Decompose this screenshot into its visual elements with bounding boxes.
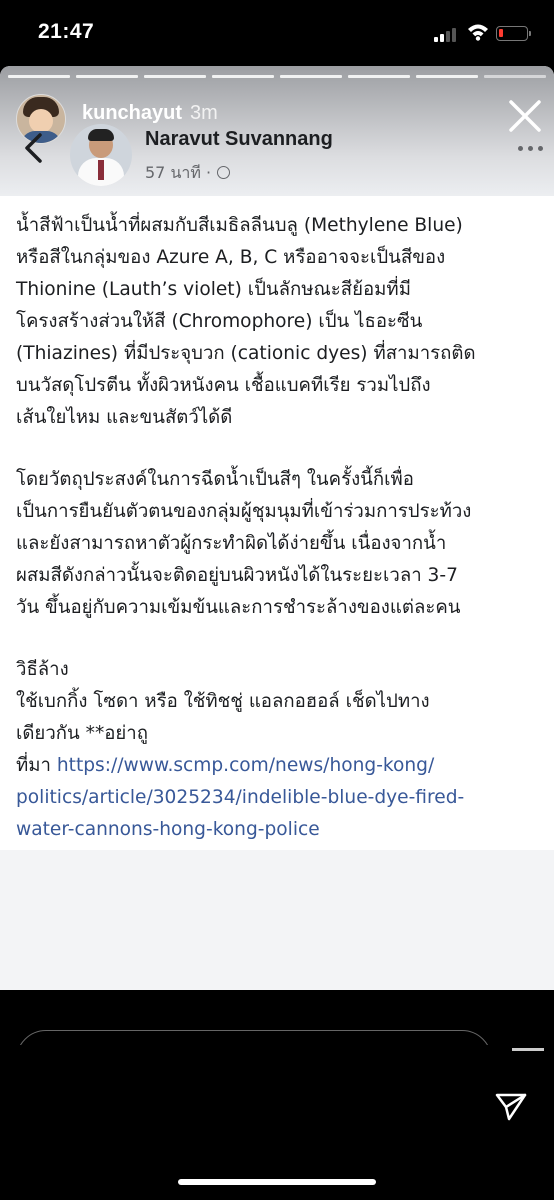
post-author-avatar[interactable]	[70, 124, 132, 186]
text-line: น้ำสีฟ้าเป็นน้ำที่ผสมกับสีเมธิลลีนบลู (M…	[16, 215, 463, 236]
source-line: ที่มา https://www.scmp.com/news/hong-kon…	[16, 750, 544, 782]
text-line: เส้นใยไหม และขนสัตว์ได้ดี	[16, 407, 233, 428]
battery-icon	[496, 26, 531, 41]
clock: 21:47	[38, 20, 95, 43]
wifi-icon	[468, 24, 488, 41]
story-time-ago: 3m	[190, 102, 218, 124]
source-link[interactable]: politics/article/3025234/indelible-blue-…	[16, 782, 544, 814]
send-message-field[interactable]	[16, 1030, 492, 1045]
back-chevron-icon[interactable]	[22, 131, 46, 165]
cellular-signal-icon	[434, 26, 460, 42]
post-body: น้ำสีฟ้าเป็นน้ำที่ผสมกับสีเมธิลลีนบลู (M…	[0, 196, 554, 850]
text-line: โครงสร้างส่วนให้สี (Chromophore) เป็น ไธ…	[16, 311, 423, 332]
source-label: ที่มา	[16, 755, 57, 776]
post-paragraph-2: โดยวัตถุประสงค์ในการฉีดน้ำเป็นสีๆ ในครั้…	[16, 464, 544, 624]
text-line: เป็นการยืนยันตัวตนของกลุ่มผู้ชุมนุมที่เข…	[16, 501, 472, 522]
story-username[interactable]: kunchayut	[82, 102, 182, 125]
menu-icon[interactable]	[512, 1048, 544, 1051]
text-line: วิธีล้าง	[16, 659, 69, 680]
close-icon[interactable]	[505, 96, 545, 136]
more-options-icon[interactable]	[518, 146, 544, 156]
source-link[interactable]: water-cannons-hong-kong-police	[16, 814, 544, 846]
status-bar: 21:47	[0, 0, 554, 66]
source-link[interactable]: https://www.scmp.com/news/hong-kong/	[57, 755, 434, 776]
story-footer	[0, 990, 554, 1200]
text-line: โดยวัตถุประสงค์ในการฉีดน้ำเป็นสีๆ ในครั้…	[16, 469, 414, 490]
text-line: (Thiazines) ที่มีประจุบวก (cationic dyes…	[16, 343, 476, 364]
text-line: Thionine (Lauth’s violet) เป็นลักษณะสีย้…	[16, 279, 411, 300]
text-line: เดียวกัน **อย่าถู	[16, 723, 148, 744]
text-line: ใช้เบกกิ้ง โซดา หรือ ใช้ทิชชู่ แอลกอฮอล์…	[16, 691, 430, 712]
text-line: วัน ขึ้นอยู่กับความเข้มข้นและการชำระล้าง…	[16, 597, 461, 618]
post-paragraph-3: วิธีล้าง ใช้เบกกิ้ง โซดา หรือ ใช้ทิชชู่ …	[16, 654, 544, 846]
text-line: บนวัสดุโปรตีน ทั้งผิวหนังคน เชื้อแบคทีเร…	[16, 375, 431, 396]
text-line: หรือสีในกลุ่มของ Azure A, B, C หรืออาจจะ…	[16, 247, 446, 268]
story-view[interactable]: kunchayut 3m Naravut Suvannang 57 นาที ·…	[0, 66, 554, 990]
story-progress-bar	[8, 75, 546, 78]
post-timestamp: 57 นาที ·	[145, 161, 231, 186]
post-paragraph-1: น้ำสีฟ้าเป็นน้ำที่ผสมกับสีเมธิลลีนบลู (M…	[16, 210, 544, 434]
globe-icon	[217, 166, 231, 179]
post-time: 57 นาที ·	[145, 163, 212, 182]
post-author-name[interactable]: Naravut Suvannang	[145, 128, 333, 151]
send-icon[interactable]	[494, 1090, 528, 1124]
home-indicator	[178, 1179, 376, 1185]
text-line: ผสมสีดังกล่าวนั้นจะติดอยู่บนผิวหนังได้ใน…	[16, 565, 458, 586]
text-line: และยังสามารถหาตัวผู้กระทำผิดได้ง่ายขึ้น …	[16, 533, 447, 554]
